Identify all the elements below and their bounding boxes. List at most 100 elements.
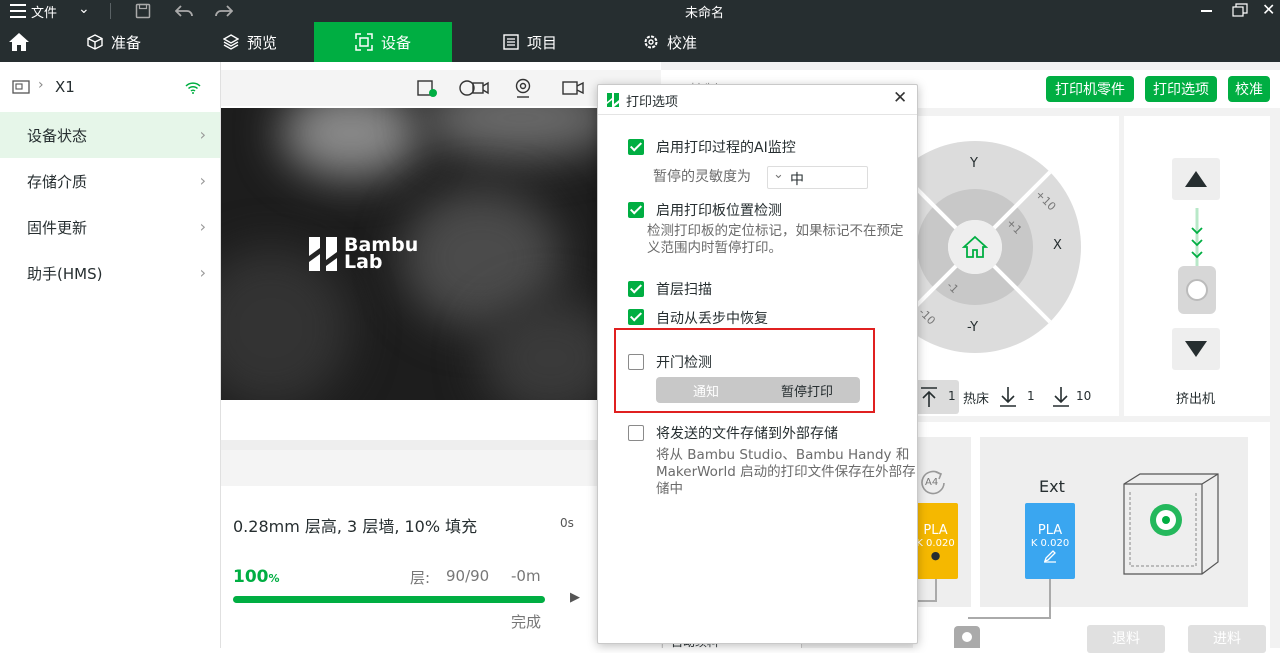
filament-k: K 0.020 xyxy=(916,538,955,549)
chevron-right-icon: › xyxy=(38,77,44,93)
tab-label: 预览 xyxy=(246,33,277,52)
undo-icon[interactable] xyxy=(175,3,193,19)
chevron-right-icon: › xyxy=(199,171,206,190)
restore-icon[interactable] xyxy=(1232,3,1248,17)
record-video-icon[interactable] xyxy=(562,80,584,96)
timelapse-icon[interactable] xyxy=(459,78,489,98)
home-axis-icon[interactable] xyxy=(962,234,988,260)
extruder-down-button[interactable] xyxy=(1172,328,1220,370)
file-menu[interactable]: 文件 xyxy=(31,2,57,21)
title-bar: 文件 ⌄ 未命名 ✕ xyxy=(0,0,1280,22)
bed-up-button[interactable]: 1 xyxy=(913,380,959,414)
ext-slot-filament[interactable]: PLA K 0.020 xyxy=(1025,503,1075,579)
minimize-icon[interactable] xyxy=(1201,10,1212,12)
printer-parts-button[interactable]: 打印机零件 xyxy=(1046,76,1134,102)
neg-y-axis-label: -Y xyxy=(967,320,979,335)
sidebar-item-storage[interactable]: 存储介质 › xyxy=(0,158,220,204)
main-nav: 准备 预览 设备 项目 校准 xyxy=(0,22,1280,62)
printer-icon xyxy=(12,80,30,94)
eye-icon[interactable]: ● xyxy=(913,549,958,562)
printer-name[interactable]: X1 xyxy=(55,78,75,96)
device-icon xyxy=(355,33,373,51)
home-icon[interactable] xyxy=(8,31,30,53)
ams-line xyxy=(935,579,937,601)
plate-detect-label: 启用打印板位置检测 xyxy=(656,203,782,219)
bambu-logo: Bambu Lab xyxy=(308,236,418,272)
ext-line xyxy=(1049,579,1051,619)
arrow-down-icon xyxy=(1053,387,1069,407)
plate-detect-checkbox[interactable] xyxy=(628,202,644,218)
close-icon[interactable]: ✕ xyxy=(893,88,907,108)
sidebar-item-label: 存储介质 xyxy=(27,172,88,191)
close-window-icon[interactable]: ✕ xyxy=(1262,0,1275,19)
chevron-down-icon[interactable]: ⌄ xyxy=(78,1,90,17)
bed-down-1-button[interactable]: 1 xyxy=(990,380,1040,414)
sidebar-item-label: 助手(HMS) xyxy=(27,264,103,283)
layers-icon xyxy=(222,34,239,50)
progress-percent-unit: % xyxy=(268,572,280,585)
bed-up-value: 1 xyxy=(948,389,956,403)
arrow-up-icon xyxy=(921,387,937,407)
sidebar-item-label: 设备状态 xyxy=(27,126,88,145)
gear-icon xyxy=(644,35,658,49)
progress-percent: 100% xyxy=(233,567,280,587)
tab-device[interactable]: 设备 xyxy=(314,22,452,62)
filament-type: PLA xyxy=(923,523,948,538)
progress-percent-value: 100 xyxy=(233,567,269,587)
progress-title-bar xyxy=(221,450,661,486)
tab-prepare[interactable]: 准备 xyxy=(64,22,164,62)
recovery-checkbox[interactable] xyxy=(628,309,644,325)
triangle-down-icon xyxy=(1185,341,1207,357)
store-external-desc: 将从 Bambu Studio、Bambu Handy 和 MakerWorld… xyxy=(656,447,916,497)
extruder-hotend-icon xyxy=(954,626,980,648)
webcam-icon[interactable] xyxy=(514,78,532,98)
layer-label: 层: xyxy=(410,569,431,587)
tab-calibration[interactable]: 校准 xyxy=(620,22,720,62)
wifi-icon xyxy=(185,82,201,94)
ams-line xyxy=(918,600,937,602)
edit-icon[interactable] xyxy=(1043,549,1057,563)
ai-monitor-checkbox[interactable] xyxy=(628,139,644,155)
first-layer-checkbox[interactable] xyxy=(628,281,644,297)
extruder-icon xyxy=(1178,208,1216,314)
tab-preview[interactable]: 预览 xyxy=(200,22,300,62)
plate-detect-desc: 检测打印板的定位标记，如果标记不在预定义范围内时暂停打印。 xyxy=(647,223,904,256)
window-title: 未命名 xyxy=(685,6,725,21)
highlight-box xyxy=(614,328,875,413)
first-layer-label: 首层扫描 xyxy=(656,282,712,298)
filament-k: K 0.020 xyxy=(1030,538,1070,549)
store-external-label: 将发送的文件存储到外部存储 xyxy=(656,426,838,442)
sidebar-item-hms[interactable]: 助手(HMS) › xyxy=(0,250,220,296)
ams-slot-filament[interactable]: PLA K 0.020 ● xyxy=(913,503,958,579)
unload-button[interactable]: 退料 xyxy=(1087,625,1165,653)
redo-icon[interactable] xyxy=(215,3,233,19)
camera-toolbar xyxy=(221,70,661,106)
status-text: 完成 xyxy=(511,613,542,631)
dialog-title: 打印选项 xyxy=(626,95,679,110)
sd-card-icon[interactable] xyxy=(416,78,438,98)
bambu-logo-mark xyxy=(309,237,337,271)
sidebar-item-device-status[interactable]: 设备状态 › xyxy=(0,112,220,158)
hamburger-menu-icon[interactable] xyxy=(10,4,26,18)
sidebar-item-firmware[interactable]: 固件更新 › xyxy=(0,204,220,250)
tab-label: 设备 xyxy=(380,33,411,52)
save-icon[interactable] xyxy=(135,3,151,19)
chevron-right-icon: › xyxy=(199,263,206,282)
remaining-time: -0m xyxy=(511,567,541,585)
calibrate-button[interactable]: 校准 xyxy=(1228,76,1270,102)
load-button[interactable]: 进料 xyxy=(1188,625,1266,653)
bed-down-1-value: 1 xyxy=(1027,389,1035,403)
device-sidebar: › X1 设备状态 › 存储介质 › 固件更新 › 助手(HMS) › xyxy=(0,62,220,648)
bed-down-10-button[interactable]: 10 xyxy=(1043,380,1099,414)
store-external-checkbox[interactable] xyxy=(628,425,644,441)
chevron-down-icon: ⌄ xyxy=(773,167,784,182)
print-options-button[interactable]: 打印选项 xyxy=(1145,76,1217,102)
sensitivity-select[interactable]: ⌄ 中 xyxy=(767,166,868,189)
tab-project[interactable]: 项目 xyxy=(480,22,580,62)
play-icon[interactable]: ▶ xyxy=(570,590,580,605)
x-axis-label: X xyxy=(1053,238,1062,253)
sensitivity-label: 暂停的灵敏度为 xyxy=(653,169,751,185)
extruder-up-button[interactable] xyxy=(1172,158,1220,200)
arrow-down-icon xyxy=(1000,387,1016,407)
tab-label: 项目 xyxy=(526,33,557,52)
